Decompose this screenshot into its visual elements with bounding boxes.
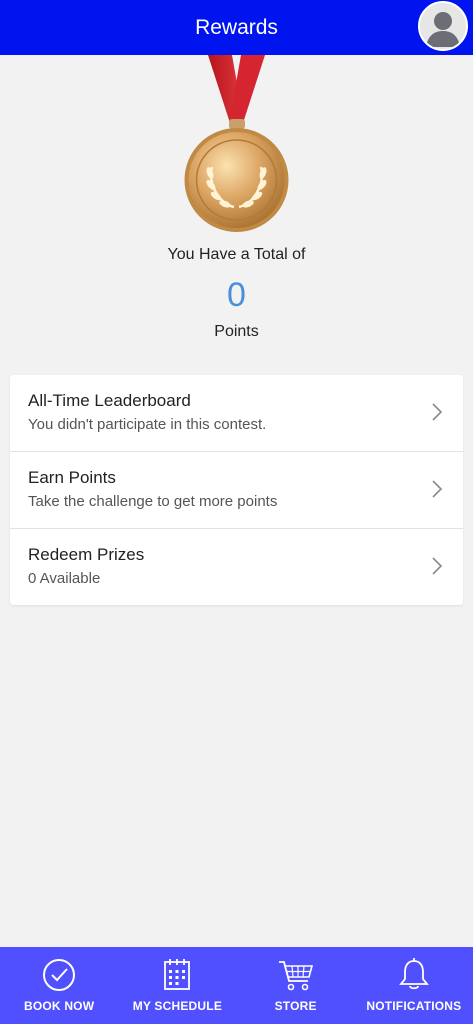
nav-label: NOTIFICATIONS (366, 999, 462, 1013)
leaderboard-row[interactable]: All-Time Leaderboard You didn't particip… (10, 375, 463, 452)
bottom-nav: BOOK NOW MY SCHEDULE STORE NOTIFICATIONS (0, 947, 473, 1024)
user-icon (426, 12, 460, 47)
rewards-menu: All-Time Leaderboard You didn't particip… (10, 375, 463, 605)
row-subtitle: Take the challenge to get more points (28, 493, 278, 510)
cart-icon (278, 961, 313, 991)
row-title: Redeem Prizes (28, 545, 145, 564)
avatar[interactable] (418, 1, 468, 51)
calendar-icon (164, 959, 191, 990)
earn-points-row[interactable]: Earn Points Take the challenge to get mo… (10, 452, 463, 529)
row-subtitle: 0 Available (28, 570, 101, 587)
check-circle-icon (43, 959, 76, 991)
nav-label: STORE (274, 999, 317, 1013)
chevron-right-icon (432, 403, 443, 421)
nav-notifications[interactable]: NOTIFICATIONS (355, 947, 473, 1024)
redeem-prizes-row[interactable]: Redeem Prizes 0 Available (10, 529, 463, 605)
row-title: All-Time Leaderboard (28, 391, 191, 410)
total-label: You Have a Total of (167, 246, 306, 263)
nav-label: BOOK NOW (23, 999, 95, 1013)
nav-label: MY SCHEDULE (132, 999, 223, 1013)
bell-icon (399, 958, 429, 990)
nav-book-now[interactable]: BOOK NOW (0, 947, 118, 1024)
nav-store[interactable]: STORE (237, 947, 355, 1024)
row-title: Earn Points (28, 468, 116, 487)
row-subtitle: You didn't participate in this contest. (28, 416, 267, 433)
medal-illustration (0, 55, 473, 235)
top-bar: Rewards (0, 0, 473, 55)
points-label: Points (214, 323, 259, 340)
points-value: 0 (227, 276, 246, 314)
chevron-right-icon (432, 557, 443, 575)
nav-my-schedule[interactable]: MY SCHEDULE (118, 947, 236, 1024)
page-title: Rewards (195, 15, 278, 39)
chevron-right-icon (432, 480, 443, 498)
